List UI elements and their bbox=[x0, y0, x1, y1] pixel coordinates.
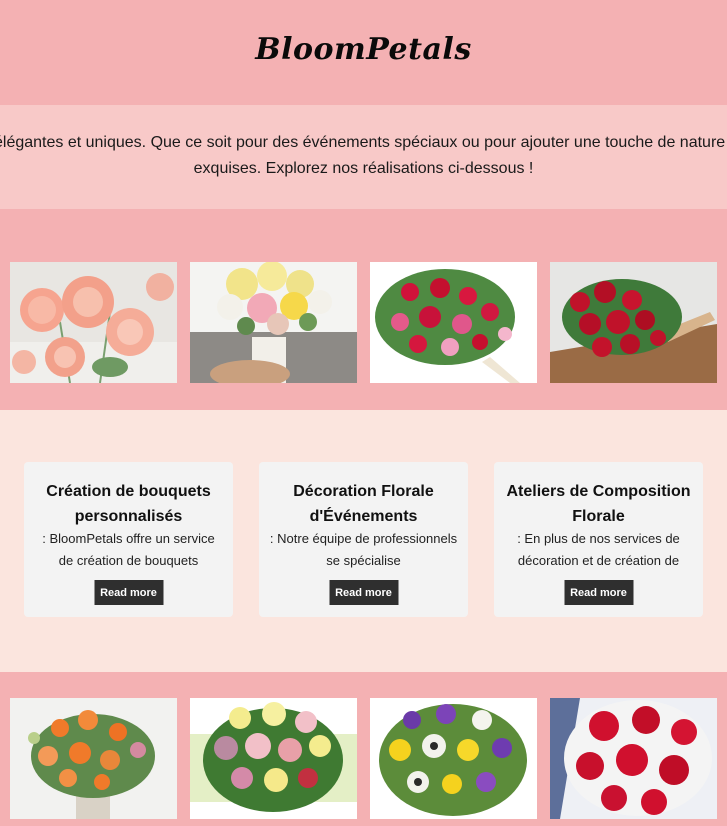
services-section: Création de bouquets personnalisés : Blo… bbox=[0, 410, 727, 672]
mixed-rose-bouquet-photo bbox=[190, 698, 357, 819]
red-pink-lily-bouquet-photo bbox=[370, 262, 537, 383]
service-card-title: Ateliers de Composition Florale bbox=[506, 483, 691, 525]
service-card: Création de bouquets personnalisés : Blo… bbox=[24, 462, 233, 617]
service-card-text: : Notre équipe de professionnels se spéc… bbox=[269, 531, 458, 568]
red-rose-bouquet-photo bbox=[550, 262, 717, 383]
intro-section: élégantes et uniques. Que ce soit pour d… bbox=[0, 105, 727, 209]
read-more-button[interactable]: Read more bbox=[329, 580, 398, 605]
pastel-rose-bouquet-in-hand-photo bbox=[190, 262, 357, 383]
service-card-title: Création de bouquets personnalisés bbox=[46, 483, 211, 525]
brand-logo[interactable]: BloomPetals bbox=[0, 32, 727, 67]
intro-text-line-1: élégantes et uniques. Que ce soit pour d… bbox=[0, 134, 726, 151]
service-card: Décoration Florale d'Événements : Notre … bbox=[259, 462, 468, 617]
read-more-button[interactable]: Read more bbox=[564, 580, 633, 605]
orange-flower-vase-photo bbox=[10, 698, 177, 819]
gallery-top bbox=[0, 209, 727, 410]
gallery-bottom bbox=[0, 672, 727, 826]
service-card-title: Décoration Florale d'Événements bbox=[293, 483, 434, 525]
purple-yellow-white-bouquet-photo bbox=[370, 698, 537, 819]
service-card-text: : BloomPetals offre un service de créati… bbox=[42, 531, 215, 568]
red-rose-babys-breath-photo bbox=[550, 698, 717, 819]
site-header: BloomPetals bbox=[0, 0, 727, 105]
read-more-button[interactable]: Read more bbox=[94, 580, 163, 605]
peach-dahlia-bouquet-photo bbox=[10, 262, 177, 383]
intro-text-line-2: exquises. Explorez nos réalisations ci-d… bbox=[193, 160, 534, 177]
service-card: Ateliers de Composition Florale : En plu… bbox=[494, 462, 703, 617]
service-card-text: : En plus de nos services de décoration … bbox=[517, 531, 680, 568]
